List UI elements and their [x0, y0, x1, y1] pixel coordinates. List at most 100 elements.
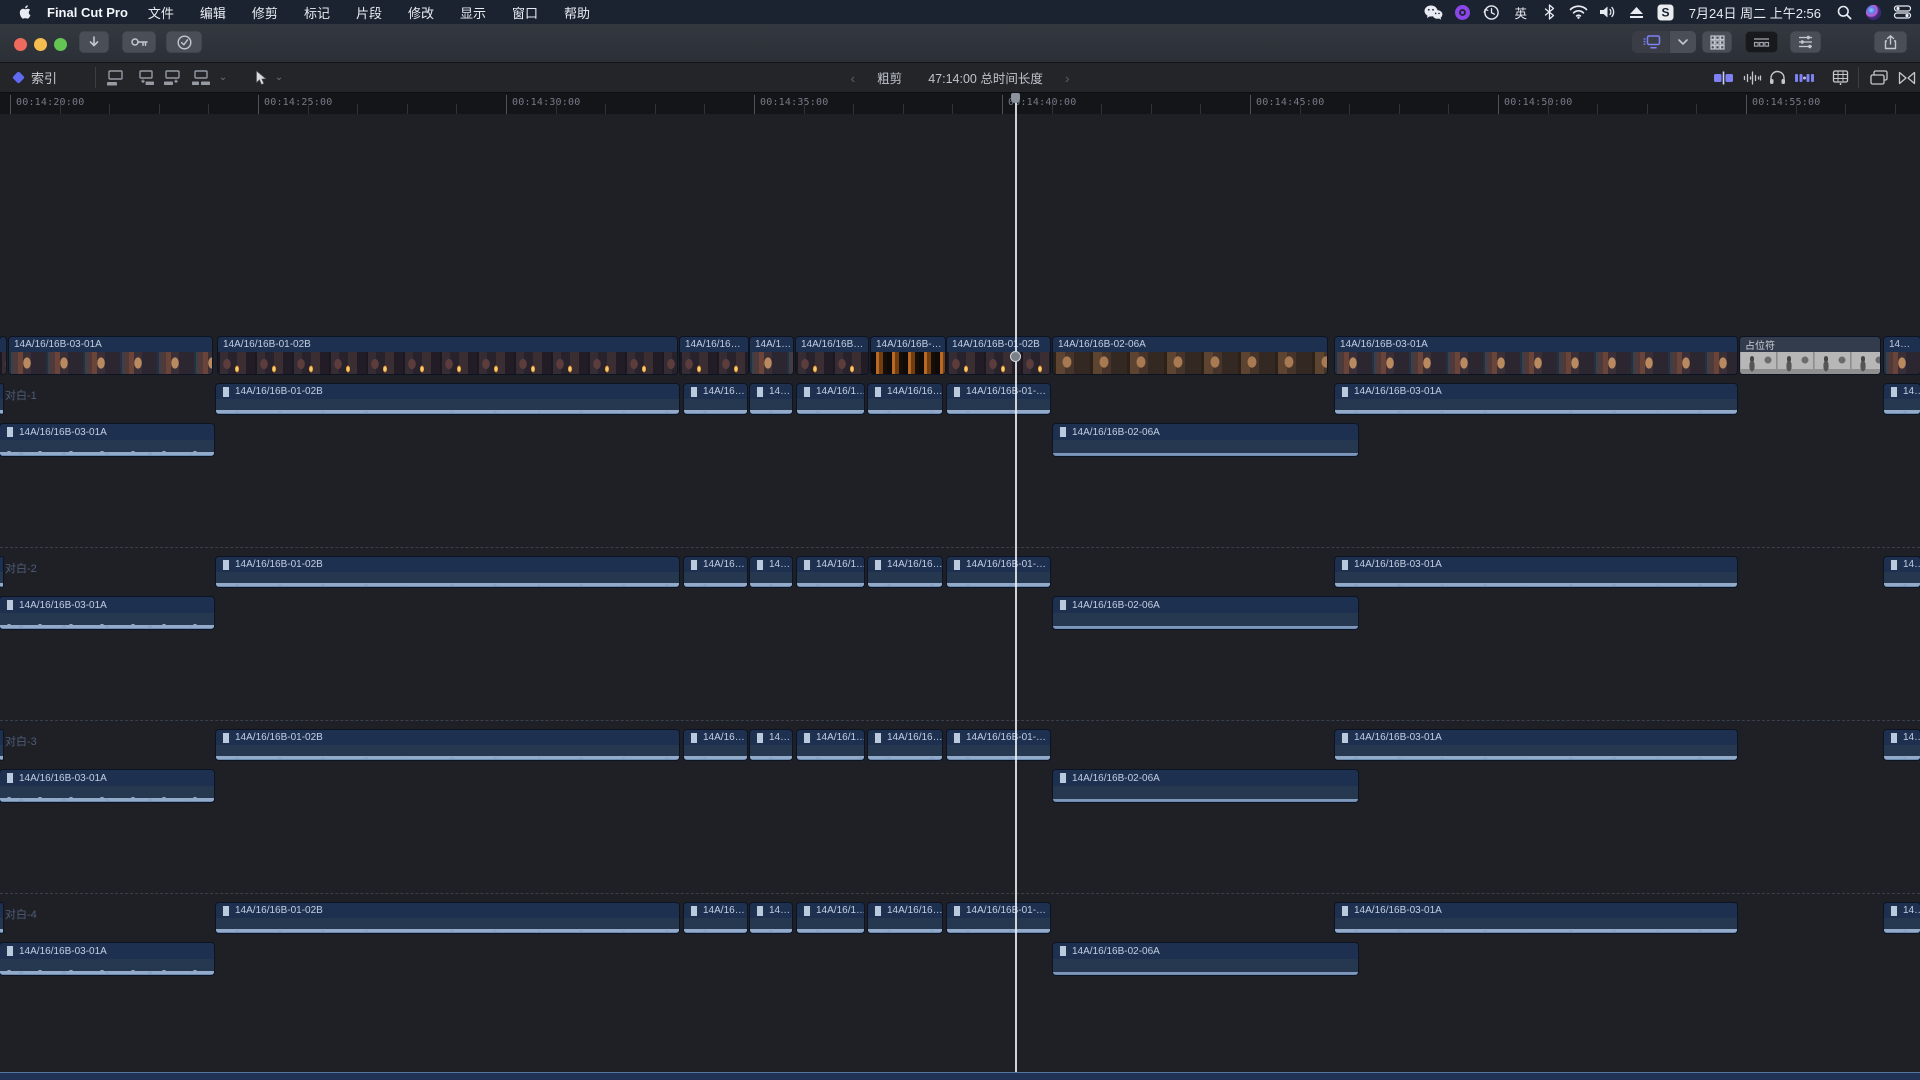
- inspector-sliders-button[interactable]: [1790, 31, 1821, 53]
- timeline-audio-clip[interactable]: 14…: [750, 557, 792, 587]
- siri-icon[interactable]: [1863, 3, 1883, 21]
- menu-item[interactable]: 标记: [298, 3, 336, 22]
- timeline-audio-clip[interactable]: [0, 384, 3, 414]
- next-sequence-chevron[interactable]: ›: [1065, 70, 1070, 86]
- clipped-bottom-clip-row[interactable]: [0, 1072, 1920, 1080]
- timeline-audio-clip[interactable]: 14…: [1884, 384, 1920, 414]
- audio-skimming-icon[interactable]: [1741, 67, 1763, 88]
- playhead[interactable]: [1015, 93, 1017, 1072]
- timeline-audio-clip[interactable]: 14…: [750, 384, 792, 414]
- window-minimize-button[interactable]: [34, 38, 47, 51]
- timeline-video-clip[interactable]: [0, 337, 6, 374]
- menu-datetime[interactable]: 7月24日 周二 上午2:56: [1689, 3, 1821, 22]
- timeline-audio-clip[interactable]: 14…: [1884, 903, 1920, 933]
- input-source-icon[interactable]: 英: [1511, 3, 1531, 21]
- timeline-audio-clip[interactable]: [0, 903, 3, 933]
- timeline-audio-clip[interactable]: [0, 730, 3, 760]
- menu-item[interactable]: 窗口: [506, 3, 544, 22]
- timeline-audio-clip[interactable]: 14A/16/16…: [868, 730, 942, 760]
- menu-item[interactable]: 文件: [142, 3, 180, 22]
- solo-headphones-icon[interactable]: [1766, 67, 1788, 88]
- window-close-button[interactable]: [14, 38, 27, 51]
- timeline-audio-clip[interactable]: 14A/16/16B-01-02B: [216, 557, 679, 587]
- timeline-view-button[interactable]: [1745, 31, 1778, 53]
- timeline-audio-clip[interactable]: 14A/16/16B-01-…: [947, 903, 1050, 933]
- menu-item[interactable]: 编辑: [194, 3, 232, 22]
- timeline-video-clip[interactable]: 14A/16/16B…: [796, 337, 868, 374]
- timeline-audio-clip[interactable]: 14A/16…: [684, 903, 747, 933]
- menu-item[interactable]: 修剪: [246, 3, 284, 22]
- timeline-audio-clip[interactable]: 14…: [1884, 557, 1920, 587]
- playhead-scrub-handle[interactable]: [1010, 351, 1021, 362]
- s-app-icon[interactable]: S: [1656, 3, 1676, 21]
- timeline-audio-clip[interactable]: 14A/16/16…: [868, 384, 942, 414]
- timeline-audio-clip[interactable]: 14A/16/16B-03-01A: [0, 770, 214, 802]
- control-center-icon[interactable]: [1892, 3, 1912, 21]
- downloads-button[interactable]: [79, 31, 109, 53]
- timeline-video-clip[interactable]: 14A/16/16B-…: [871, 337, 945, 374]
- menu-item[interactable]: 修改: [402, 3, 440, 22]
- timeline-audio-clip[interactable]: 14A/16/16B-02-06A: [1053, 943, 1358, 975]
- timeline-video-clip[interactable]: 14A/16/16B-02-06A: [1053, 337, 1327, 374]
- timeline-audio-clip[interactable]: 14A/16/1…: [797, 557, 864, 587]
- timeline-area[interactable]: 14A/16/16B-03-01A14A/16/16B-01-02B14A/16…: [0, 114, 1920, 1080]
- timeline-video-clip[interactable]: 14A/16/16B-01-02B: [218, 337, 677, 374]
- wechat-icon[interactable]: [1424, 3, 1444, 21]
- timeline-audio-clip[interactable]: 14A/16/16B-01-02B: [216, 384, 679, 414]
- timeline-audio-clip[interactable]: 14A/16/16B-03-01A: [1335, 557, 1737, 587]
- eject-icon[interactable]: [1627, 3, 1647, 21]
- skimming-toggle-icon[interactable]: [1710, 67, 1736, 88]
- window-zoom-button[interactable]: [54, 38, 67, 51]
- spotlight-search-icon[interactable]: [1834, 3, 1854, 21]
- browser-grid-button[interactable]: [1702, 31, 1732, 53]
- wifi-icon[interactable]: [1569, 3, 1589, 21]
- timeline-audio-clip[interactable]: 14A/16/1…: [797, 384, 864, 414]
- menu-item[interactable]: 显示: [454, 3, 492, 22]
- timeline-audio-clip[interactable]: 14A/16/16B-01-…: [947, 730, 1050, 760]
- photos-audio-sidebar-icon[interactable]: [1866, 67, 1892, 88]
- timeline-audio-clip[interactable]: 14A/16/16…: [868, 557, 942, 587]
- timeline-audio-clip[interactable]: 14A/16/16B-02-06A: [1053, 770, 1358, 802]
- timeline-audio-clip[interactable]: 14A/16/16B-01-…: [947, 384, 1050, 414]
- timeline-audio-clip[interactable]: 14A/16/16B-03-01A: [0, 424, 214, 456]
- timeline-audio-clip[interactable]: 14A/16/16…: [868, 903, 942, 933]
- apple-menu-icon[interactable]: [18, 4, 33, 20]
- timeline-audio-clip[interactable]: 14A/16/16B-03-01A: [1335, 903, 1737, 933]
- timeline-audio-clip[interactable]: 14A/16/16B-03-01A: [1335, 384, 1737, 414]
- timeline-audio-clip[interactable]: 14A/16…: [684, 730, 747, 760]
- timeline-audio-clip[interactable]: 14A/16/1…: [797, 730, 864, 760]
- dual-display-icon[interactable]: [1632, 31, 1669, 53]
- timeline-audio-clip[interactable]: 14A/16/16B-03-01A: [0, 943, 214, 975]
- timeline-audio-clip[interactable]: 14A/16/16B-03-01A: [1335, 730, 1737, 760]
- timeline-audio-clip[interactable]: 14A/16/16B-01-02B: [216, 730, 679, 760]
- timeline-audio-clip[interactable]: 14A/16/16B-01-02B: [216, 903, 679, 933]
- timeline-audio-clip[interactable]: [0, 557, 3, 587]
- timeline-video-clip[interactable]: 14A/1…: [750, 337, 793, 374]
- playhead-top-handle[interactable]: [1011, 93, 1020, 103]
- bluetooth-icon[interactable]: [1540, 3, 1560, 21]
- timeline-audio-clip[interactable]: 14A/16/1…: [797, 903, 864, 933]
- timeline-video-clip[interactable]: 14A/16/16B-03-01A: [9, 337, 212, 374]
- timeline-audio-clip[interactable]: 14…: [750, 730, 792, 760]
- timeline-audio-clip[interactable]: 14A/16/16B-02-06A: [1053, 424, 1358, 456]
- timeline-audio-clip[interactable]: 14A/16/16B-03-01A: [0, 597, 214, 629]
- snapping-toggle-icon[interactable]: [1791, 67, 1817, 88]
- menu-item[interactable]: 帮助: [558, 3, 596, 22]
- timeline-video-clip[interactable]: 14…: [1884, 337, 1920, 374]
- timeline-video-clip[interactable]: 14A/16/16B-03-01A: [1335, 337, 1737, 374]
- timeline-audio-clip[interactable]: 14A/16/16B-02-06A: [1053, 597, 1358, 629]
- timeline-video-clip[interactable]: 14A/16/16…: [680, 337, 748, 374]
- menu-item[interactable]: 片段: [350, 3, 388, 22]
- import-chevron[interactable]: [1669, 31, 1696, 53]
- record-app-icon[interactable]: [1453, 3, 1473, 21]
- media-import-split-button[interactable]: [1632, 31, 1696, 53]
- timeline-audio-clip[interactable]: 14A/16/16B-01-…: [947, 557, 1050, 587]
- prev-sequence-chevron[interactable]: ‹: [851, 70, 856, 86]
- sequence-name[interactable]: 粗剪: [877, 68, 902, 87]
- timeline-audio-clip[interactable]: 14A/16…: [684, 557, 747, 587]
- effects-browser-icon[interactable]: [1828, 67, 1852, 88]
- timeline-ruler[interactable]: 00:14:20:0000:14:25:0000:14:30:0000:14:3…: [0, 93, 1920, 114]
- volume-icon[interactable]: [1598, 3, 1618, 21]
- timeline-audio-clip[interactable]: 14…: [1884, 730, 1920, 760]
- key-button[interactable]: [122, 31, 156, 53]
